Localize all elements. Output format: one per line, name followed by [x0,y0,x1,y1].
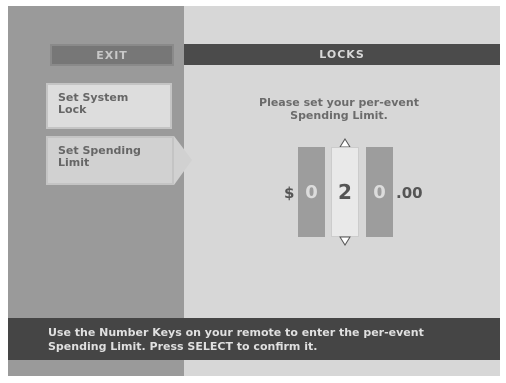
digit-ones-value: 0 [373,181,386,203]
spending-limit-instruction: Please set your per-event Spending Limit… [234,96,444,122]
menu-item-set-system-lock[interactable]: Set System Lock [46,83,172,129]
screen: EXIT Set System Lock Set Spending Limit … [0,0,506,383]
currency-symbol: $ [284,184,295,202]
digit-ones[interactable]: 0 [366,147,393,237]
exit-button-label: EXIT [96,48,128,62]
menu-item-label-line2: Lock [58,103,87,116]
header-bar: LOCKS [184,44,500,65]
instruction-line1: Please set your per-event [259,96,419,109]
menu-item-set-spending-limit[interactable]: Set Spending Limit [46,136,192,185]
menu-item-label-line2: Limit [58,156,90,169]
digit-tens-value: 2 [338,180,352,204]
page-title: LOCKS [319,48,365,61]
digit-hundreds[interactable]: 0 [298,147,325,237]
decimal-suffix: .00 [396,184,423,202]
digit-tens-selected[interactable]: 2 [331,147,359,237]
triangle-down-icon [339,236,351,246]
help-line2: Spending Limit. Press SELECT to confirm … [48,340,318,353]
help-bar: Use the Number Keys on your remote to en… [8,318,500,360]
spending-limit-entry: $ 0 2 0 .00 [278,134,438,254]
help-line1: Use the Number Keys on your remote to en… [48,326,424,339]
digit-hundreds-value: 0 [305,181,318,203]
tv-screen: EXIT Set System Lock Set Spending Limit … [8,6,500,376]
instruction-line2: Spending Limit. [290,109,388,122]
decrease-digit-icon[interactable] [339,235,351,247]
exit-button[interactable]: EXIT [50,44,174,66]
